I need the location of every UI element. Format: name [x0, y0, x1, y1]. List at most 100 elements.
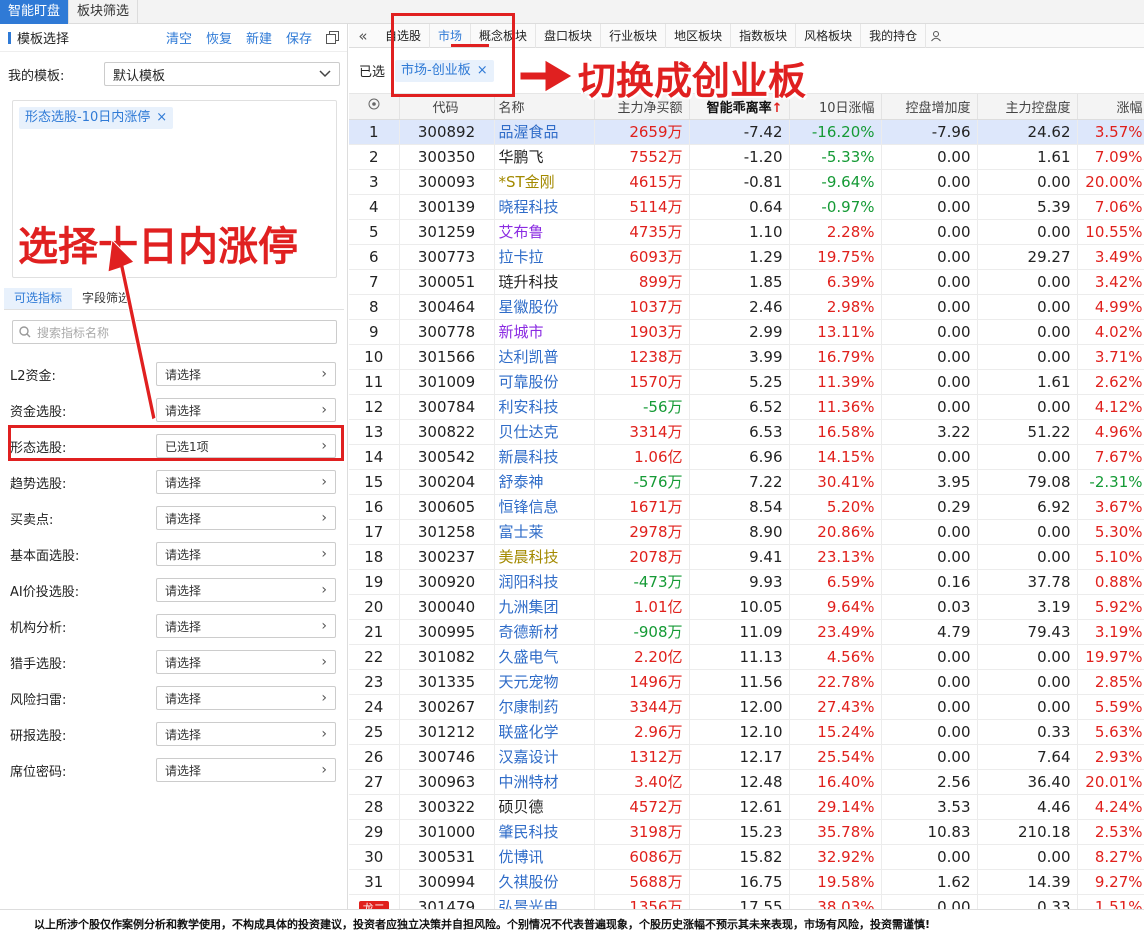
table-row[interactable]: 15 300204 舒泰神 -576万 7.22 30.41% 3.95 79.08 -2.31…: [349, 469, 1144, 495]
cell-value: 0.33: [1037, 722, 1071, 741]
table-cell: 0.33: [977, 719, 1078, 745]
table-row[interactable]: 6 300773 拉卡拉 6093万 1.29 19.75% 0.00 29.27 3.49%: [349, 244, 1144, 270]
cell-value: -473万: [633, 573, 683, 591]
clear-button[interactable]: 清空: [166, 28, 192, 47]
copy-icon[interactable]: [326, 28, 339, 47]
market-tab[interactable]: 风格板块: [796, 23, 862, 48]
cell-value: 4735万: [629, 223, 683, 241]
tab-smart-monitor[interactable]: 智能盯盘: [0, 0, 70, 24]
table-row[interactable]: 10 301566 达利凯普 1238万 3.99 16.79% 0.00 0.00 3.71%: [349, 344, 1144, 370]
table-row[interactable]: 21 300995 奇德新材 -908万 11.09 23.49% 4.79 79.43 3.1…: [349, 619, 1144, 645]
table-row[interactable]: 29 301000 肇民科技 3198万 15.23 35.78% 10.83 210.18 2…: [349, 819, 1144, 845]
table-row[interactable]: 23 301335 天元宠物 1496万 11.56 22.78% 0.00 0.00 2.85…: [349, 669, 1144, 695]
cell-value: 300237: [417, 547, 476, 566]
restore-button[interactable]: 恢复: [206, 28, 232, 47]
column-header[interactable]: 控盘增加度: [881, 94, 978, 120]
filter-select[interactable]: 请选择 ›: [156, 650, 336, 674]
market-tab[interactable]: 行业板块: [601, 23, 667, 48]
table-row[interactable]: 14 300542 新晨科技 1.06亿 6.96 14.15% 0.00 0.00 7.67%: [349, 444, 1144, 470]
cell-value: 0.00: [937, 197, 971, 216]
cell-value: 27.43%: [817, 697, 875, 716]
table-row[interactable]: 1 300892 品渥食品 2659万 -7.42 -16.20% -7.96 24.62 3.…: [349, 119, 1144, 145]
table-row[interactable]: 27 300963 中洲特材 3.40亿 12.48 16.40% 2.56 36.40 20.…: [349, 769, 1144, 795]
filter-select[interactable]: 请选择 ›: [156, 722, 336, 746]
table-row[interactable]: 17 301258 富士莱 2978万 8.90 20.86% 0.00 0.00 5.30%: [349, 519, 1144, 545]
cell-value: 3.53: [937, 797, 971, 816]
cell-value: 28: [364, 797, 384, 816]
table-cell: 5.30%: [1077, 519, 1144, 545]
table-row[interactable]: 7 300051 琏升科技 899万 1.85 6.39% 0.00 0.00 3.42%: [349, 269, 1144, 295]
table-row[interactable]: 13 300822 贝仕达克 3314万 6.53 16.58% 3.22 51.22 4.96…: [349, 419, 1144, 445]
my-template-select[interactable]: 默认模板: [104, 62, 340, 86]
filter-select[interactable]: 请选择 ›: [156, 542, 336, 566]
table-cell: 14: [349, 444, 400, 470]
table-cell: 5688万: [594, 869, 690, 895]
tab-available-indicators[interactable]: 可选指标: [4, 288, 73, 309]
table-cell: 4: [349, 194, 400, 220]
market-tab[interactable]: 地区板块: [666, 23, 732, 48]
cell-value: 29: [364, 822, 384, 841]
table-row[interactable]: 24 300267 尔康制药 3344万 12.00 27.43% 0.00 0.00 5.59…: [349, 694, 1144, 720]
market-tab[interactable]: 指数板块: [731, 23, 797, 48]
filter-value: 请选择: [165, 727, 202, 742]
table-row[interactable]: 16 300605 恒锋信息 1671万 8.54 5.20% 0.29 6.92 3.67%: [349, 494, 1144, 520]
filter-select[interactable]: 请选择 ›: [156, 506, 336, 530]
table-row[interactable]: 25 301212 联盛化学 2.96万 12.10 15.24% 0.00 0.33 5.63…: [349, 719, 1144, 745]
cell-value: -0.97%: [821, 197, 875, 216]
filter-select[interactable]: 请选择 ›: [156, 758, 336, 782]
table-row[interactable]: 8 300464 星徽股份 1037万 2.46 2.98% 0.00 0.00 4.99%: [349, 294, 1144, 320]
table-row[interactable]: 20 300040 九洲集团 1.01亿 10.05 9.64% 0.03 3.19 5.92%: [349, 594, 1144, 620]
table-cell: 4572万: [594, 794, 690, 820]
filter-select[interactable]: 请选择 ›: [156, 686, 336, 710]
my-template-label: 我的模板:: [8, 68, 65, 84]
filter-select[interactable]: 请选择 ›: [156, 362, 336, 386]
table-cell: 0.00: [881, 544, 978, 570]
column-header[interactable]: 代码: [399, 94, 495, 120]
cell-value: -9.64%: [821, 172, 875, 191]
table-row[interactable]: 18 300237 美晨科技 2078万 9.41 23.13% 0.00 0.00 5.10%: [349, 544, 1144, 570]
table-row[interactable]: 31 300994 久祺股份 5688万 16.75 19.58% 1.62 14.39 9.2…: [349, 869, 1144, 895]
table-row[interactable]: 22 301082 久盛电气 2.20亿 11.13 4.56% 0.00 0.00 19.97…: [349, 644, 1144, 670]
table-row[interactable]: 26 300746 汉嘉设计 1312万 12.17 25.54% 0.00 7.64 2.93…: [349, 744, 1144, 770]
table-row[interactable]: 19 300920 润阳科技 -473万 9.93 6.59% 0.16 37.78 0.88%: [349, 569, 1144, 595]
filter-select[interactable]: 请选择 ›: [156, 614, 336, 638]
table-row[interactable]: 3 300093 *ST金刚 4615万 -0.81 -9.64% 0.00 0.00 20.0…: [349, 169, 1144, 195]
table-cell: 中洲特材: [494, 769, 595, 795]
market-tab[interactable]: 盘口板块: [536, 23, 602, 48]
settings-icon[interactable]: [349, 94, 400, 120]
table-cell: 7.09%: [1077, 144, 1144, 170]
filter-select[interactable]: 请选择 ›: [156, 398, 336, 422]
table-cell: 16.58%: [789, 419, 882, 445]
new-button[interactable]: 新建: [246, 28, 272, 47]
table-cell: 25.54%: [789, 744, 882, 770]
table-row[interactable]: 2 300350 华鹏飞 7552万 -1.20 -5.33% 0.00 1.61 7.09%: [349, 144, 1144, 170]
table-row[interactable]: 28 300322 硕贝德 4572万 12.61 29.14% 3.53 4.46 4.24%: [349, 794, 1144, 820]
double-chevron-left-icon[interactable]: «: [349, 27, 377, 45]
table-row[interactable]: 11 301009 可靠股份 1570万 5.25 11.39% 0.00 1.61 2.62%: [349, 369, 1144, 395]
table-row[interactable]: 12 300784 利安科技 -56万 6.52 11.36% 0.00 0.00 4.12%: [349, 394, 1144, 420]
table-cell: 22.78%: [789, 669, 882, 695]
filter-select[interactable]: 请选择 ›: [156, 578, 336, 602]
filter-select[interactable]: 请选择 ›: [156, 470, 336, 494]
table-cell: 0.64: [689, 194, 790, 220]
tab-field-filter[interactable]: 字段筛选: [72, 288, 140, 309]
cell-value: 3.40亿: [634, 773, 683, 791]
table-cell: 300267: [399, 694, 495, 720]
cell-value: 26: [364, 747, 384, 766]
table-row[interactable]: 5 301259 艾布鲁 4735万 1.10 2.28% 0.00 0.00 10.55%: [349, 219, 1144, 245]
cell-value: 6.53: [749, 422, 783, 441]
save-button[interactable]: 保存: [286, 28, 312, 47]
column-header[interactable]: 主力控盘度: [977, 94, 1078, 120]
table-cell: 琏升科技: [494, 269, 595, 295]
table-cell: 11.09: [689, 619, 790, 645]
template-tag[interactable]: 形态选股-10日内涨停 ×: [19, 107, 174, 129]
search-input[interactable]: 搜索指标名称: [12, 320, 337, 344]
table-row[interactable]: 4 300139 晓程科技 5114万 0.64 -0.97% 0.00 5.39 7.06%: [349, 194, 1144, 220]
table-row[interactable]: 30 300531 优博讯 6086万 15.82 32.92% 0.00 0.00 8.27%: [349, 844, 1144, 870]
table-row[interactable]: 9 300778 新城市 1903万 2.99 13.11% 0.00 0.00 4.02%: [349, 319, 1144, 345]
close-icon[interactable]: ×: [156, 110, 167, 125]
tab-sector-filter[interactable]: 板块筛选: [69, 0, 139, 24]
cell-value: 0.00: [937, 322, 971, 341]
market-tab[interactable]: 我的持仓: [861, 23, 927, 48]
column-header[interactable]: 涨幅: [1077, 94, 1144, 120]
